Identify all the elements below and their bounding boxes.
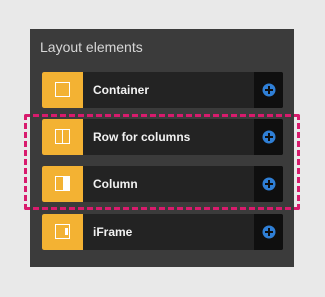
layout-item-label: Column xyxy=(93,177,138,191)
layout-item-iframe[interactable]: iFrame xyxy=(42,214,283,250)
layout-item-label: iFrame xyxy=(93,225,133,239)
layout-item-row-for-columns[interactable]: Row for columns xyxy=(42,119,283,155)
column-thumb xyxy=(42,166,83,202)
plus-circle-icon xyxy=(262,130,276,144)
layout-item-column[interactable]: Column xyxy=(42,166,283,202)
layout-elements-panel: Layout elements Container Row for column… xyxy=(30,29,294,267)
iframe-thumb xyxy=(42,214,83,250)
add-row-for-columns-button[interactable] xyxy=(254,119,283,155)
plus-circle-icon xyxy=(262,83,276,97)
layout-item-label: Row for columns xyxy=(93,130,191,144)
layout-item-label: Container xyxy=(93,83,150,97)
plus-circle-icon xyxy=(262,177,276,191)
row-columns-thumb xyxy=(42,119,83,155)
container-thumb xyxy=(42,72,83,108)
column-icon xyxy=(55,176,70,191)
panel-title: Layout elements xyxy=(40,39,143,55)
add-column-button[interactable] xyxy=(254,166,283,202)
iframe-icon xyxy=(55,224,70,239)
plus-circle-icon xyxy=(262,225,276,239)
add-iframe-button[interactable] xyxy=(254,214,283,250)
add-container-button[interactable] xyxy=(254,72,283,108)
row-columns-icon xyxy=(55,129,70,144)
container-icon xyxy=(55,82,70,97)
layout-item-container[interactable]: Container xyxy=(42,72,283,108)
